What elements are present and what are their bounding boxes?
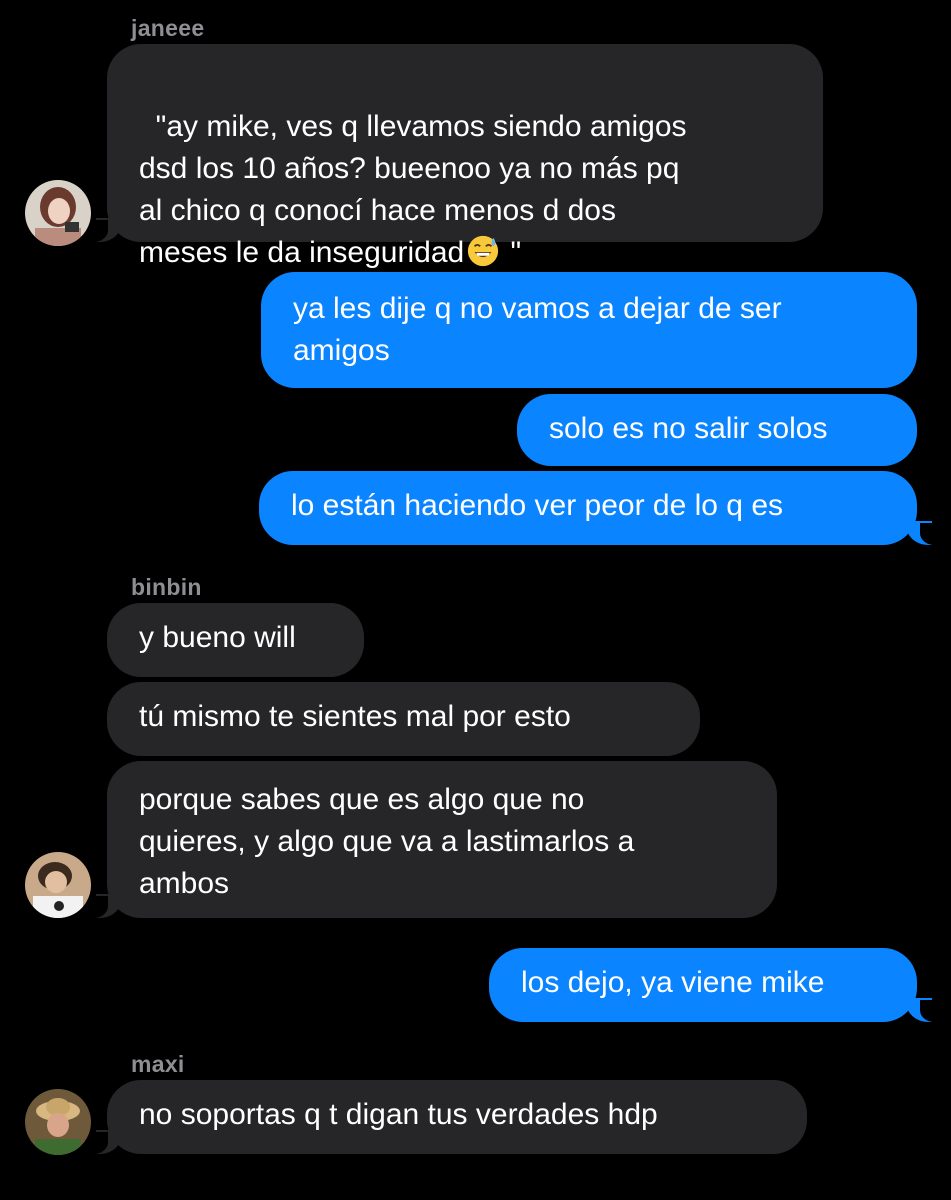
message-bubble-outgoing[interactable]: lo están haciendo ver peor de lo q es [259, 471, 917, 545]
avatar-image [25, 852, 91, 918]
bubble-tail [84, 218, 122, 242]
bubble-tail [906, 998, 944, 1022]
bubble-tail [84, 1130, 122, 1154]
message-bubble-incoming[interactable]: porque sabes que es algo que no quieres,… [107, 761, 777, 918]
message-bubble-outgoing[interactable]: los dejo, ya viene mike [489, 948, 917, 1022]
message-bubble-outgoing[interactable]: ya les dije q no vamos a dejar de ser am… [261, 272, 917, 388]
maxi-avatar[interactable] [25, 1089, 91, 1155]
message-bubble-incoming[interactable]: tú mismo te sientes mal por esto [107, 682, 700, 756]
message-bubble-incoming[interactable]: "ay mike, ves q llevamos siendo amigos d… [107, 44, 823, 269]
message-text: "ay mike, ves q llevamos siendo amigos d… [139, 110, 687, 269]
avatar-image [25, 1089, 91, 1155]
grinning-sweat-emoji-icon [468, 235, 499, 267]
bubble-tail [84, 894, 122, 918]
sender-name-maxi: maxi [131, 1051, 185, 1077]
message-bubble-outgoing[interactable]: solo es no salir solos [517, 394, 917, 466]
sender-name-janeee: janeee [131, 15, 205, 41]
message-text-end: " [502, 236, 522, 269]
avatar-image [25, 180, 91, 246]
sender-name-binbin: binbin [131, 574, 202, 600]
bubble-tail [906, 521, 944, 545]
janeee-avatar[interactable] [25, 180, 91, 246]
message-bubble-incoming[interactable]: no soportas q t digan tus verdades hdp [107, 1080, 807, 1154]
message-bubble-incoming[interactable]: y bueno will [107, 603, 364, 677]
binbin-avatar[interactable] [25, 852, 91, 918]
